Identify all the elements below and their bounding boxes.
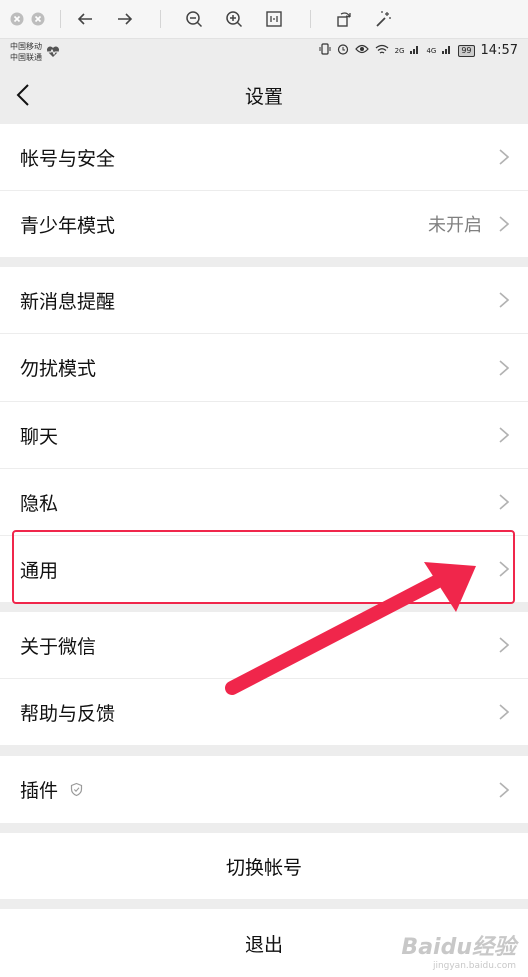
watermark-main-text: Baidu经验 [401, 935, 516, 960]
watermark-sub-text: jingyan.baidu.com [432, 961, 516, 971]
red-arrow-annotation [225, 562, 476, 695]
baidu-watermark: Baidu经验 jingyan.baidu.com [401, 929, 516, 971]
